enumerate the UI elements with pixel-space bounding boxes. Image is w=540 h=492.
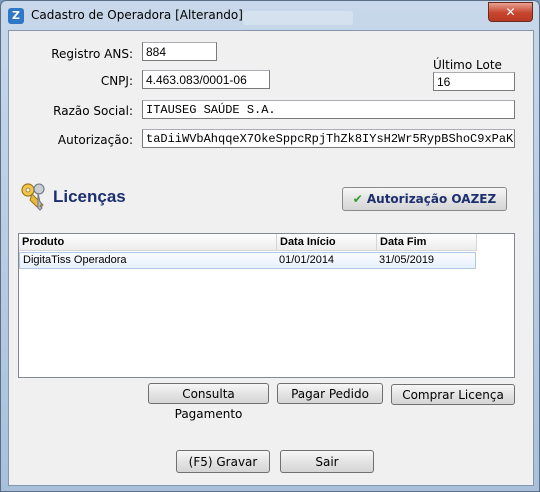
app-icon: Z <box>8 8 24 24</box>
cell-data-fim: 31/05/2019 <box>379 254 435 266</box>
close-button[interactable]: ✕ <box>488 2 533 22</box>
checkmark-icon: ✔ <box>352 192 363 206</box>
ultimo-lote-field[interactable]: 16 <box>433 72 515 91</box>
pagar-pedido-button[interactable]: Pagar Pedido <box>277 383 383 404</box>
keys-icon <box>19 181 51 213</box>
registro-ans-label: Registro ANS: <box>51 47 133 61</box>
table-row[interactable]: DigitaTiss Operadora 01/01/2014 31/05/20… <box>19 252 476 269</box>
consulta-pagamento-button[interactable]: Consulta Pagamento <box>148 383 269 421</box>
table-header: Produto Data Início Data Fim <box>19 234 477 251</box>
dialog-body: Registro ANS: 884 Último Lote 16 CNPJ: 4… <box>8 30 534 486</box>
licencas-table[interactable]: Produto Data Início Data Fim DigitaTiss … <box>18 233 515 378</box>
autorizacao-label: Autorização: <box>57 133 133 147</box>
cell-data-inicio: 01/01/2014 <box>279 254 335 266</box>
registro-ans-field[interactable]: 884 <box>142 42 217 61</box>
ultimo-lote-label: Último Lote <box>433 58 502 72</box>
comprar-licenca-button[interactable]: Comprar Licença <box>391 384 515 405</box>
licencas-title: Licenças <box>53 187 126 206</box>
autorizacao-field[interactable]: taDiiWVbAhqqeX7OkeSppcRpjThZk8IYsH2Wr5Ry… <box>142 129 515 148</box>
title-bar[interactable]: Z Cadastro de Operadora [Alterando] ✕ <box>1 1 539 31</box>
autorizacao-oazez-button[interactable]: ✔ Autorização OAZEZ <box>342 187 507 211</box>
sair-button[interactable]: Sair <box>280 450 374 473</box>
razao-social-field[interactable]: ITAUSEG SAÚDE S.A. <box>142 100 515 119</box>
background-window-ghost <box>243 11 353 25</box>
cell-produto: DigitaTiss Operadora <box>23 254 127 266</box>
dialog-window: Z Cadastro de Operadora [Alterando] ✕ Re… <box>0 0 540 492</box>
cnpj-field[interactable]: 4.463.083/0001-06 <box>142 70 270 89</box>
gravar-button[interactable]: (F5) Gravar <box>176 450 270 473</box>
cnpj-label: CNPJ: <box>100 74 133 88</box>
column-header-data-fim[interactable]: Data Fim <box>377 234 477 250</box>
column-header-data-inicio[interactable]: Data Início <box>277 234 377 250</box>
autorizacao-oazez-label: Autorização OAZEZ <box>366 192 497 206</box>
window-title: Cadastro de Operadora [Alterando] <box>31 8 243 22</box>
razao-social-label: Razão Social: <box>53 104 133 118</box>
column-header-produto[interactable]: Produto <box>19 234 277 250</box>
